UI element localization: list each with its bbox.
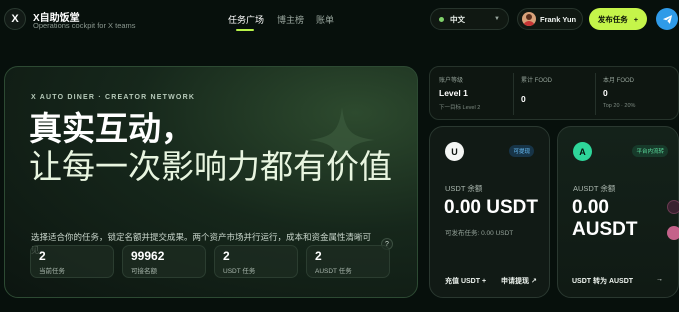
metric-label-account-level: 账户等级 xyxy=(439,78,464,84)
ausdt-coin-icon: A xyxy=(573,142,592,161)
stat-value: 2 xyxy=(223,249,230,263)
avatar-bubble-icon[interactable] xyxy=(667,226,679,240)
stat-value: 2 xyxy=(315,249,322,263)
stat-card-ausdt-tasks: 2 AUSDT 任务 xyxy=(306,245,390,278)
request-withdraw-button[interactable]: 申请提现 ↗ xyxy=(501,276,537,286)
usdt-balance-value: 0.00 USDT xyxy=(444,197,538,218)
usdt-balance-label: USDT 余额 xyxy=(445,184,483,193)
ausdt-balance-value: 0.00 AUSDT xyxy=(572,197,637,241)
metric-sub-month-food: Top 20 · 20% xyxy=(603,103,636,109)
stat-label: 当前任务 xyxy=(39,268,65,275)
publish-task-button[interactable]: 发布任务 + xyxy=(589,8,647,30)
top-navbar: X X自助饭堂 Operations cockpit for X teams 任… xyxy=(0,0,679,40)
stat-label: 可接名额 xyxy=(131,268,157,275)
hero-headline: 真实互动， xyxy=(29,110,194,147)
brand-logo[interactable]: X xyxy=(4,8,26,30)
ausdt-balance-unit: AUSDT xyxy=(572,219,638,240)
platform-circulation-badge: 平台内流转 xyxy=(632,145,668,157)
withdrawable-badge: 可提现 xyxy=(509,145,534,157)
deposit-usdt-button[interactable]: 充值 USDT + xyxy=(445,276,486,286)
hero-subheadline: 让每一次影响力都有价值 xyxy=(29,148,392,185)
metric-value-account-level: Level 1 xyxy=(439,88,468,98)
hero-panel: X AUTO DINER · CREATOR NETWORK 真实互动， 让每一… xyxy=(4,66,418,298)
usdt-coin-icon: U xyxy=(445,142,464,161)
stat-card-available-slots: 99962 可接名额 xyxy=(122,245,206,278)
send-icon xyxy=(662,14,672,24)
stat-value: 99962 xyxy=(131,249,165,263)
avatar xyxy=(522,12,536,26)
tab-bills[interactable]: 账单 xyxy=(316,13,334,26)
chevron-down-icon: ▼ xyxy=(494,16,500,22)
tab-creator-ranking[interactable]: 博主榜 xyxy=(277,13,304,26)
ausdt-balance-amount: 0.00 xyxy=(572,197,609,218)
status-dot-icon xyxy=(439,16,444,22)
plus-icon: + xyxy=(633,14,639,24)
stat-label: USDT 任务 xyxy=(223,268,256,275)
convert-usdt-to-ausdt-button[interactable]: USDT 转为 AUSDT xyxy=(572,276,633,286)
publish-task-label: 发布任务 xyxy=(597,14,628,24)
stat-card-current-tasks: 2 当前任务 xyxy=(30,245,114,278)
metric-sub-account-level: 下一目标 Level 2 xyxy=(439,105,481,111)
stat-label: AUSDT 任务 xyxy=(315,268,352,275)
telegram-button[interactable] xyxy=(656,8,678,30)
metric-label-month-food: 本月 FOOD xyxy=(603,78,634,84)
hero-eyebrow: X AUTO DINER · CREATOR NETWORK xyxy=(31,94,196,101)
chat-bubble-icon[interactable] xyxy=(667,200,679,214)
divider xyxy=(595,73,596,115)
divider xyxy=(513,73,514,115)
arrow-right-icon[interactable]: → xyxy=(656,276,663,283)
user-name: Frank Yun xyxy=(540,14,577,24)
account-metrics: 账户等级 Level 1 下一目标 Level 2 累计 FOOD 0 本月 F… xyxy=(429,66,679,120)
stat-value: 2 xyxy=(39,249,46,263)
language-label: 中文 xyxy=(450,14,465,24)
metric-value-month-food: 0 xyxy=(603,88,608,98)
ausdt-wallet-card: A 平台内流转 AUSDT 余额 0.00 AUSDT USDT 转为 AUSD… xyxy=(557,126,679,298)
usdt-wallet-card: U 可提现 USDT 余额 0.00 USDT 可发布任务: 0.00 USDT… xyxy=(429,126,550,298)
active-tab-indicator xyxy=(236,29,254,31)
usdt-publishable-note: 可发布任务: 0.00 USDT xyxy=(445,230,514,237)
user-menu[interactable]: Frank Yun xyxy=(517,8,583,30)
metric-value-total-food: 0 xyxy=(521,94,526,104)
metric-label-total-food: 累计 FOOD xyxy=(521,78,552,84)
ausdt-balance-label: AUSDT 余额 xyxy=(573,184,616,193)
language-selector[interactable]: 中文 ▼ xyxy=(430,8,509,30)
tab-task-square[interactable]: 任务广场 xyxy=(228,13,264,26)
brand-subtitle: Operations cockpit for X teams xyxy=(33,21,136,30)
stat-card-usdt-tasks: 2 USDT 任务 xyxy=(214,245,298,278)
